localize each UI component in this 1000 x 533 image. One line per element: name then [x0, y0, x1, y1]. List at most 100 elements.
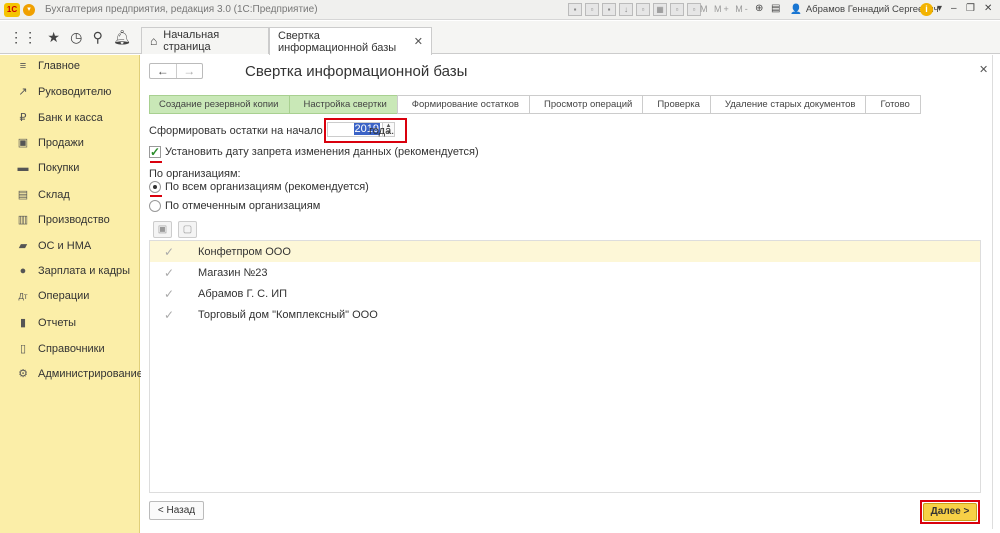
sidebar-item-label: Отчеты: [38, 316, 77, 329]
sidebar-item-purchases[interactable]: ▬ Покупки: [16, 162, 80, 174]
sidebar-item-label: Продажи: [38, 136, 84, 149]
link-icon[interactable]: ▫: [636, 3, 650, 16]
save-icon[interactable]: ▪: [568, 3, 582, 16]
row-check-icon[interactable]: ✓: [164, 287, 174, 301]
org-name: Торговый дом "Комплексный" ООО: [198, 308, 378, 321]
wizard-steps: Создание резервной копии Настройка сверт…: [149, 95, 921, 114]
history-clock-icon[interactable]: ◷: [70, 29, 82, 46]
lock-date-label: Установить дату запрета изменения данных…: [165, 146, 479, 158]
tab-close-icon[interactable]: ✕: [414, 35, 423, 48]
list-item[interactable]: ✓ Магазин №23: [150, 262, 980, 283]
sidebar-item-reports[interactable]: ▮ Отчеты: [16, 316, 77, 330]
row-check-icon[interactable]: ✓: [164, 266, 174, 280]
ruble-icon: ₽: [19, 112, 27, 124]
sidebar-item-label: Зарплата и кадры: [38, 265, 131, 277]
dropdown-icon[interactable]: ▾: [937, 3, 942, 14]
list-item[interactable]: ✓ Конфетпром ООО: [150, 241, 980, 262]
step-delete: Удаление старых документов: [709, 95, 867, 114]
user-icon: 👤: [790, 4, 802, 15]
minimize-icon[interactable]: –: [951, 3, 957, 14]
tab-home[interactable]: ⌂ Начальная страница: [141, 27, 269, 54]
sidebar-item-label: Склад: [38, 188, 70, 201]
trend-icon: ↗: [18, 86, 28, 98]
nav-icons: ⋮⋮ ★ ◷ ⚲ 🔔︎: [0, 21, 140, 54]
favorites-star-icon[interactable]: ★: [47, 29, 60, 46]
form-title: Свертка информационной базы: [245, 63, 468, 80]
next-button[interactable]: Далее >: [923, 503, 977, 521]
radio-all-orgs[interactable]: [149, 181, 161, 193]
memory-buttons[interactable]: M M+ M-: [700, 4, 750, 14]
uncheck-all-icon[interactable]: ▢: [178, 221, 197, 238]
year-suffix: года.: [369, 125, 395, 137]
lock-date-checkbox[interactable]: ✓: [149, 146, 161, 158]
sidebar-item-catalogs[interactable]: ▯ Справочники: [16, 342, 105, 356]
attach-icon[interactable]: ↓: [619, 3, 633, 16]
org-name: Магазин №23: [198, 266, 268, 279]
org-group-label: По организациям:: [149, 168, 241, 180]
main-menu-icon[interactable]: ▾: [23, 3, 35, 16]
close-window-icon[interactable]: ✕: [984, 3, 992, 14]
radio-selected-row[interactable]: По отмеченным организациям: [149, 200, 320, 212]
back-arrow-icon[interactable]: ←: [150, 64, 176, 78]
table-icon[interactable]: ▦: [653, 3, 667, 16]
list-item[interactable]: ✓ Торговый дом "Комплексный" ООО: [150, 304, 980, 325]
radio-all-label: По всем организациям (рекомендуется): [165, 181, 369, 193]
list-item[interactable]: ✓ Абрамов Г. С. ИП: [150, 283, 980, 304]
check-all-icon[interactable]: ▣: [153, 221, 172, 238]
toolbar-tools: ▪ ▫ ▪ ↓ ▫ ▦ ▫ ▫: [568, 3, 701, 16]
row-check-icon[interactable]: ✓: [164, 308, 174, 322]
form-close-icon[interactable]: ✕: [979, 63, 988, 76]
forward-arrow-icon[interactable]: →: [175, 64, 203, 78]
sidebar-item-label: Руководителю: [38, 85, 112, 98]
history-icon[interactable]: ▤: [771, 3, 780, 14]
restore-icon[interactable]: ❐: [966, 3, 975, 14]
chart-icon: ▮: [19, 317, 27, 329]
lock-date-row[interactable]: ✓ Установить дату запрета изменения данн…: [149, 146, 479, 158]
basket-icon: ▬: [17, 162, 29, 174]
back-button[interactable]: < Назад: [149, 501, 204, 520]
apps-grid-icon[interactable]: ⋮⋮: [9, 29, 37, 46]
sidebar-item-bank[interactable]: ₽ Банк и касса: [16, 111, 103, 125]
sidebar-item-manager[interactable]: ↗ Руководителю: [16, 85, 112, 99]
info-icon[interactable]: i: [920, 3, 933, 16]
radio-all-row[interactable]: По всем организациям (рекомендуется): [149, 181, 369, 193]
home-icon: ⌂: [150, 34, 158, 48]
box-icon: ▤: [17, 189, 29, 201]
sidebar: ≡ Главное ↗ Руководителю ₽ Банк и касса ▣ Пр…: [0, 55, 143, 533]
sidebar-item-production[interactable]: ▥ Производство: [16, 213, 110, 227]
radio-selected-orgs[interactable]: [149, 200, 161, 212]
organizations-list: ✓ Конфетпром ООО ✓ Магазин №23 ✓ Абрамов…: [149, 240, 981, 493]
balances-label: Сформировать остатки на начало: [149, 125, 323, 137]
sidebar-item-payroll[interactable]: ● Зарплата и кадры: [16, 265, 130, 277]
sidebar-item-admin[interactable]: ⚙ Администрирование: [16, 367, 143, 381]
calendar-icon[interactable]: ▫: [687, 3, 701, 16]
calculator-icon[interactable]: ▫: [670, 3, 684, 16]
search-icon[interactable]: ⚲: [93, 29, 103, 46]
org-name: Конфетпром ООО: [198, 245, 291, 258]
menu-icon: ≡: [19, 60, 27, 72]
list-toolbar: ▣ ▢: [153, 221, 197, 238]
sidebar-item-operations[interactable]: Дт Операции: [16, 290, 89, 302]
sidebar-item-sales[interactable]: ▣ Продажи: [16, 136, 84, 150]
dt-kt-icon: Дт: [18, 291, 28, 301]
step-review: Просмотр операций: [528, 95, 644, 114]
current-user[interactable]: 👤 Абрамов Геннадий Сергеевич: [790, 4, 939, 15]
zoom-icon[interactable]: ⊕: [755, 3, 763, 14]
sidebar-item-assets[interactable]: ▰ ОС и НМА: [16, 239, 91, 253]
sidebar-item-label: Операции: [38, 290, 90, 302]
sidebar-item-main[interactable]: ≡ Главное: [16, 60, 80, 72]
row-check-icon[interactable]: ✓: [164, 245, 174, 259]
sidebar-item-label: Покупки: [38, 162, 80, 174]
app-logo-icon: 1С: [4, 2, 20, 17]
gear-icon: ⚙: [18, 368, 28, 380]
form-area: ← → Свертка информационной базы ✕ Создан…: [141, 55, 1000, 533]
sidebar-item-warehouse[interactable]: ▤ Склад: [16, 188, 70, 202]
sidebar-item-label: Главное: [38, 60, 81, 72]
preview-icon[interactable]: ▪: [602, 3, 616, 16]
print-icon[interactable]: ▫: [585, 3, 599, 16]
notifications-bell-icon[interactable]: 🔔︎: [113, 29, 131, 46]
cart-icon: ▣: [17, 137, 29, 149]
tab-infobase-collapse[interactable]: Свертка информационной базы ✕: [269, 27, 432, 55]
truck-icon: ▰: [18, 240, 28, 252]
radio-selected-label: По отмеченным организациям: [165, 200, 321, 212]
